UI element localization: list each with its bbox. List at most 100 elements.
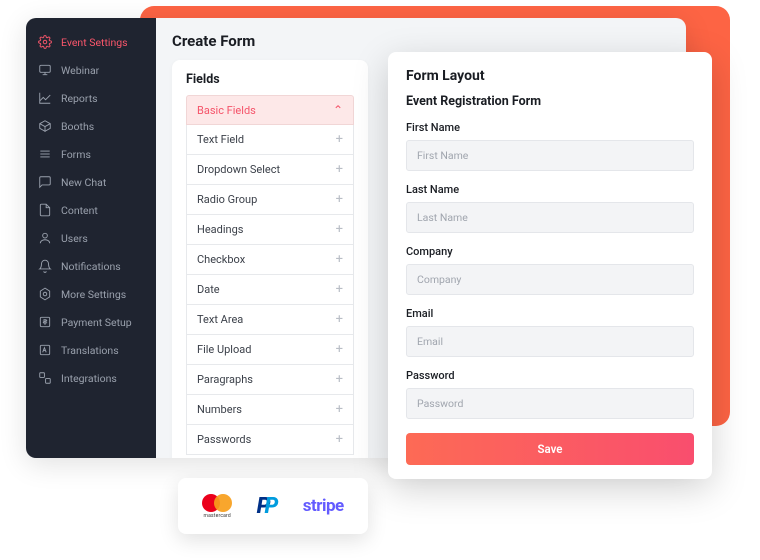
dollar-icon — [38, 315, 52, 329]
chat-icon — [38, 175, 52, 189]
mastercard-logo: mastercard — [202, 494, 232, 519]
field-group-header[interactable]: Basic Fields ⌃ — [186, 95, 354, 125]
field-type-label: Numbers — [197, 403, 242, 416]
field-type-row[interactable]: Text Field + — [186, 125, 354, 155]
fields-title: Fields — [186, 72, 354, 87]
fields-card: Fields Basic Fields ⌃ Text Field+Dropdow… — [172, 60, 368, 458]
form-field: Password — [406, 369, 694, 419]
field-type-label: Text Field — [197, 133, 244, 146]
sidebar-item-label: Reports — [61, 92, 98, 105]
field-type-label: Radio Group — [197, 193, 257, 206]
plus-icon: + — [336, 282, 343, 297]
user-icon — [38, 231, 52, 245]
sidebar-item-label: Notifications — [61, 260, 121, 273]
sidebar-item-booths[interactable]: Booths — [26, 112, 156, 140]
form-field: Company — [406, 245, 694, 295]
rows-icon — [38, 147, 52, 161]
field-type-label: Dropdown Select — [197, 163, 280, 176]
sidebar-item-label: Content — [61, 204, 98, 217]
form-field-label: First Name — [406, 121, 694, 134]
form-field-label: Company — [406, 245, 694, 258]
integrations-icon — [38, 371, 52, 385]
field-type-label: Date — [197, 283, 220, 296]
plus-icon: + — [336, 342, 343, 357]
payment-logos-card: mastercard PP stripe — [178, 478, 368, 534]
sidebar-item-label: Booths — [61, 120, 94, 133]
field-type-row[interactable]: Passwords + — [186, 425, 354, 455]
sidebar-item-payment-setup[interactable]: Payment Setup — [26, 308, 156, 336]
plus-icon: + — [336, 402, 343, 417]
field-type-row[interactable]: Headings+ — [186, 215, 354, 245]
plus-icon: + — [336, 372, 343, 387]
sidebar-item-label: Users — [61, 232, 88, 245]
mastercard-label: mastercard — [204, 513, 231, 519]
bell-icon — [38, 259, 52, 273]
sidebar-item-more-settings[interactable]: More Settings — [26, 280, 156, 308]
field-type-row[interactable]: Text Area+ — [186, 305, 354, 335]
sidebar-item-label: Forms — [61, 148, 91, 161]
save-button[interactable]: Save — [406, 433, 694, 465]
first-name-input[interactable] — [406, 140, 694, 171]
sidebar-item-new-chat[interactable]: New Chat — [26, 168, 156, 196]
sidebar-item-users[interactable]: Users — [26, 224, 156, 252]
file-icon — [38, 203, 52, 217]
plus-icon: + — [336, 132, 343, 147]
field-type-label: File Upload — [197, 343, 251, 356]
form-layout-title: Form Layout — [406, 68, 694, 84]
field-type-label: Headings — [197, 223, 243, 236]
field-type-label: Checkbox — [197, 253, 245, 266]
sidebar-item-label: Event Settings — [61, 36, 128, 49]
sidebar-item-integrations[interactable]: Integrations — [26, 364, 156, 392]
sidebar: Event Settings Webinar Reports Booths Forms N… — [26, 18, 156, 458]
chevron-up-icon: ⌃ — [333, 103, 343, 117]
field-type-label: Passwords — [197, 433, 251, 446]
form-layout-panel: Form Layout Event Registration Form Firs… — [388, 52, 712, 479]
field-group-label: Basic Fields — [197, 104, 256, 117]
field-type-label: Paragraphs — [197, 373, 253, 386]
paypal-logo: PP — [257, 494, 279, 519]
field-type-row[interactable]: Checkbox + — [186, 245, 354, 275]
sidebar-item-notifications[interactable]: Notifications — [26, 252, 156, 280]
sidebar-item-reports[interactable]: Reports — [26, 84, 156, 112]
field-type-row[interactable]: File Upload + — [186, 335, 354, 365]
sidebar-item-translations[interactable]: Translations — [26, 336, 156, 364]
plus-icon: + — [336, 252, 343, 267]
plus-icon: + — [336, 312, 343, 327]
field-type-row[interactable]: Date + — [186, 275, 354, 305]
gear-icon — [38, 35, 52, 49]
field-type-row[interactable]: Numbers + — [186, 395, 354, 425]
plus-icon: + — [336, 432, 343, 447]
sidebar-item-forms[interactable]: Forms — [26, 140, 156, 168]
chart-icon — [38, 91, 52, 105]
sidebar-item-label: New Chat — [61, 176, 106, 189]
sidebar-item-label: More Settings — [61, 288, 126, 301]
mastercard-icon — [202, 494, 232, 512]
field-type-row[interactable]: Radio Group + — [186, 185, 354, 215]
translate-icon — [38, 343, 52, 357]
sidebar-item-label: Payment Setup — [61, 316, 132, 329]
email-input[interactable] — [406, 326, 694, 357]
hex-gear-icon — [38, 287, 52, 301]
form-field-label: Last Name — [406, 183, 694, 196]
company-input[interactable] — [406, 264, 694, 295]
sidebar-item-label: Translations — [61, 344, 119, 357]
page-title: Create Form — [172, 32, 670, 50]
password-input[interactable] — [406, 388, 694, 419]
plus-icon: + — [336, 162, 343, 177]
field-type-row[interactable]: Paragraphs + — [186, 365, 354, 395]
form-field: Email — [406, 307, 694, 357]
field-type-row[interactable]: Dropdown Select + — [186, 155, 354, 185]
monitor-icon — [38, 63, 52, 77]
cube-icon — [38, 119, 52, 133]
sidebar-item-content[interactable]: Content — [26, 196, 156, 224]
form-field-label: Email — [406, 307, 694, 320]
form-field: Last Name — [406, 183, 694, 233]
sidebar-item-event-settings[interactable]: Event Settings — [26, 28, 156, 56]
form-field: First Name — [406, 121, 694, 171]
plus-icon: + — [336, 192, 343, 207]
last-name-input[interactable] — [406, 202, 694, 233]
sidebar-item-webinar[interactable]: Webinar — [26, 56, 156, 84]
form-subtitle: Event Registration Form — [406, 94, 694, 109]
form-field-label: Password — [406, 369, 694, 382]
stripe-logo: stripe — [303, 496, 344, 516]
